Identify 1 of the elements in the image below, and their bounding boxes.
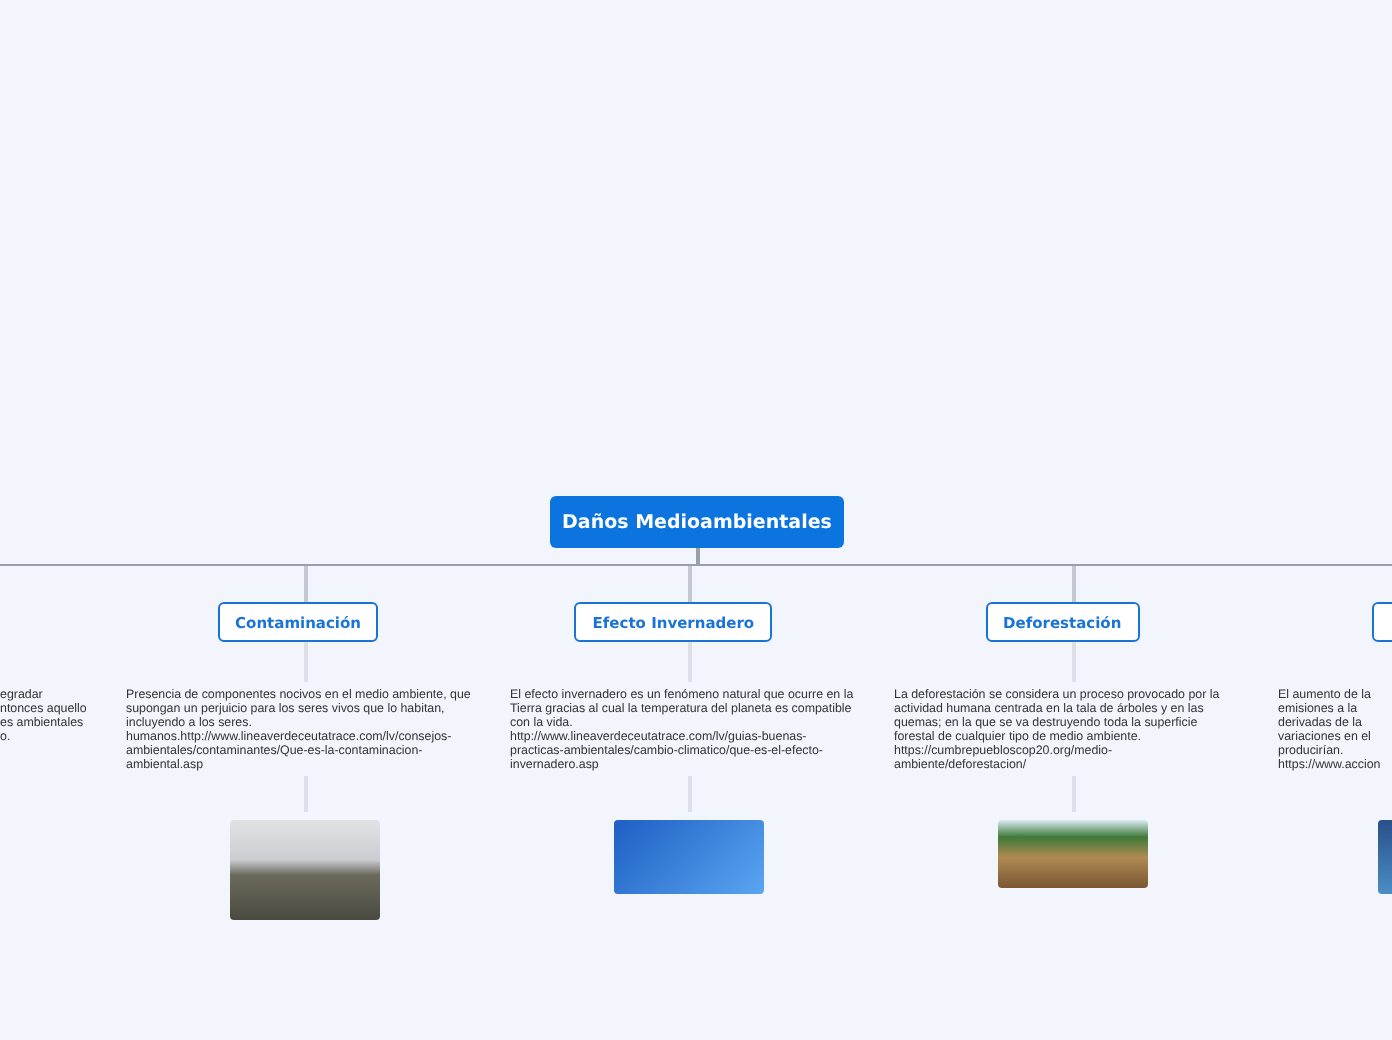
central-topic-node[interactable]: Daños Medioambientales: [550, 496, 844, 548]
